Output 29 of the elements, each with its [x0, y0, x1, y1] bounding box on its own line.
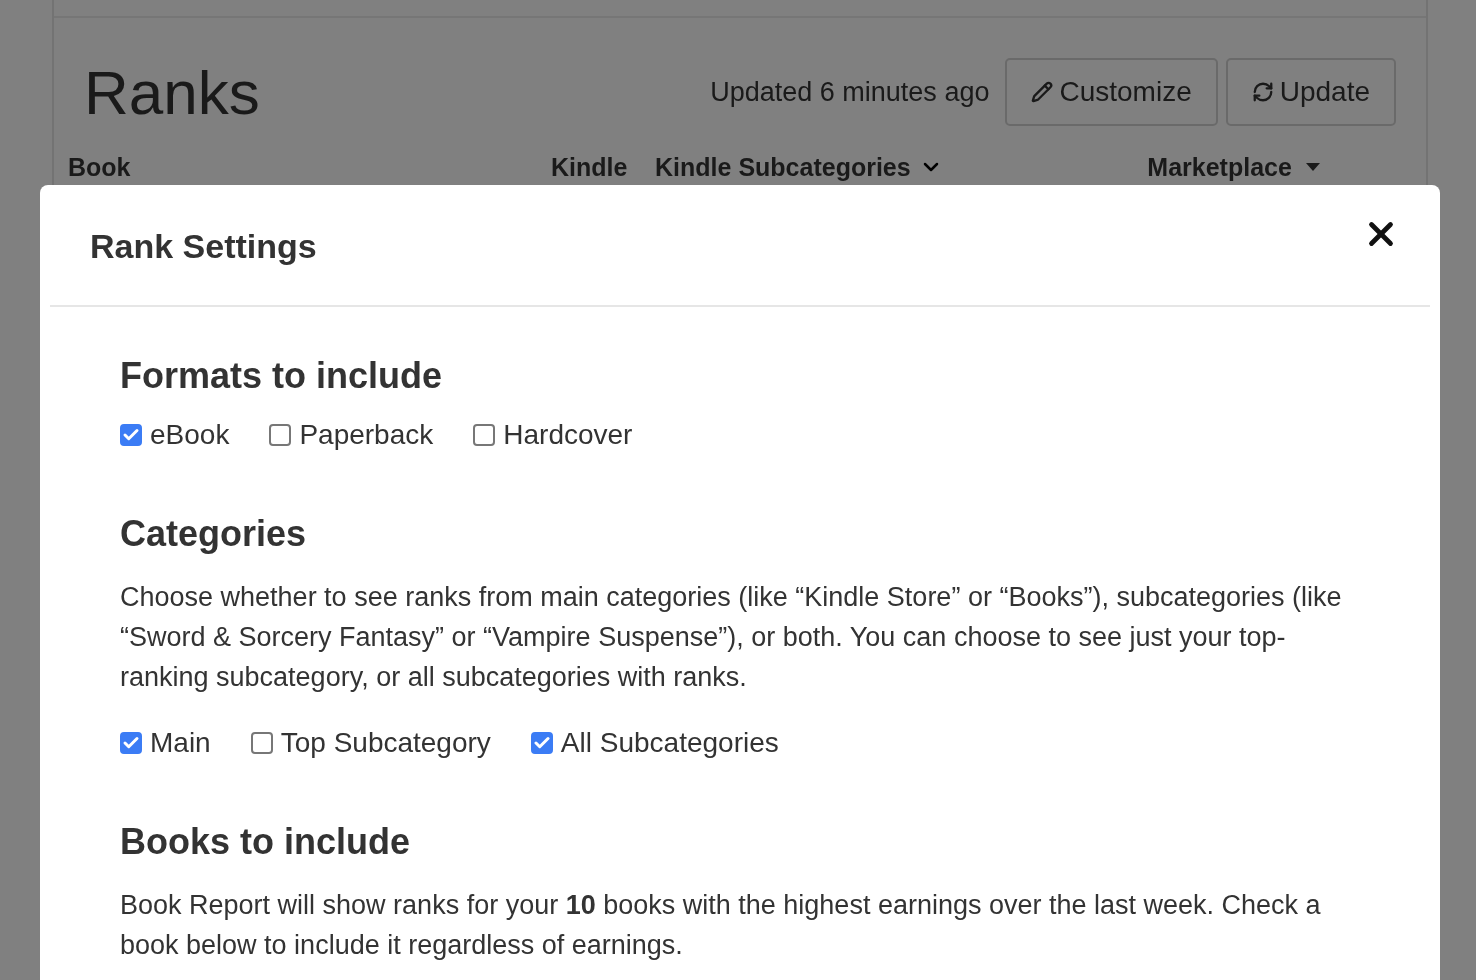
column-header[interactable]: Kindle	[551, 153, 628, 181]
checkbox-option[interactable]: Top Subcategory	[250, 727, 491, 759]
checkbox-option[interactable]: All Subcategories	[530, 727, 779, 759]
checkbox[interactable]	[120, 424, 142, 446]
section-description: Choose whether to see ranks from main categories (like “Kindle Store” or “Books”), subcategories (like “Sword & Sorcery Fantasy” or “Vampire Suspense”), or both. You can choose to see just your top-ranking subcategory, or all subcategories with ranks.	[120, 581, 1343, 694]
checkbox[interactable]	[269, 424, 292, 446]
caret-icon[interactable]	[1305, 163, 1320, 171]
column-header[interactable]: Book	[68, 153, 131, 181]
page-title: Ranks	[84, 56, 261, 128]
column-header[interactable]: Kindle Subcategories	[655, 153, 911, 181]
checkbox-option[interactable]: eBook	[120, 419, 230, 451]
checkbox[interactable]	[473, 424, 496, 446]
refresh-icon	[1251, 81, 1274, 103]
checkbox[interactable]	[120, 732, 142, 754]
checkbox[interactable]	[530, 732, 553, 754]
section-description: Book Report will show ranks for your 10 books with the highest earnings over the last week. Check a book below to include it regardless of earnings.	[120, 889, 1322, 962]
checkbox-option[interactable]: Hardcover	[473, 419, 633, 451]
section-heading: Categories	[120, 513, 308, 555]
checkbox-option[interactable]: Paperback	[269, 419, 434, 451]
dialog-title: Rank Settings	[90, 227, 317, 266]
checkbox[interactable]	[250, 732, 273, 754]
update-button[interactable]: Update	[1225, 58, 1396, 126]
section-heading: Books to include	[120, 821, 412, 863]
updated-text: Updated 6 minutes ago	[710, 76, 990, 108]
checkbox-option[interactable]: Main	[120, 727, 211, 759]
pencil-icon	[1031, 81, 1054, 103]
customize-button[interactable]: Customize	[1005, 58, 1218, 126]
column-header[interactable]: Marketplace	[1147, 153, 1292, 181]
section-heading: Formats to include	[120, 355, 444, 397]
